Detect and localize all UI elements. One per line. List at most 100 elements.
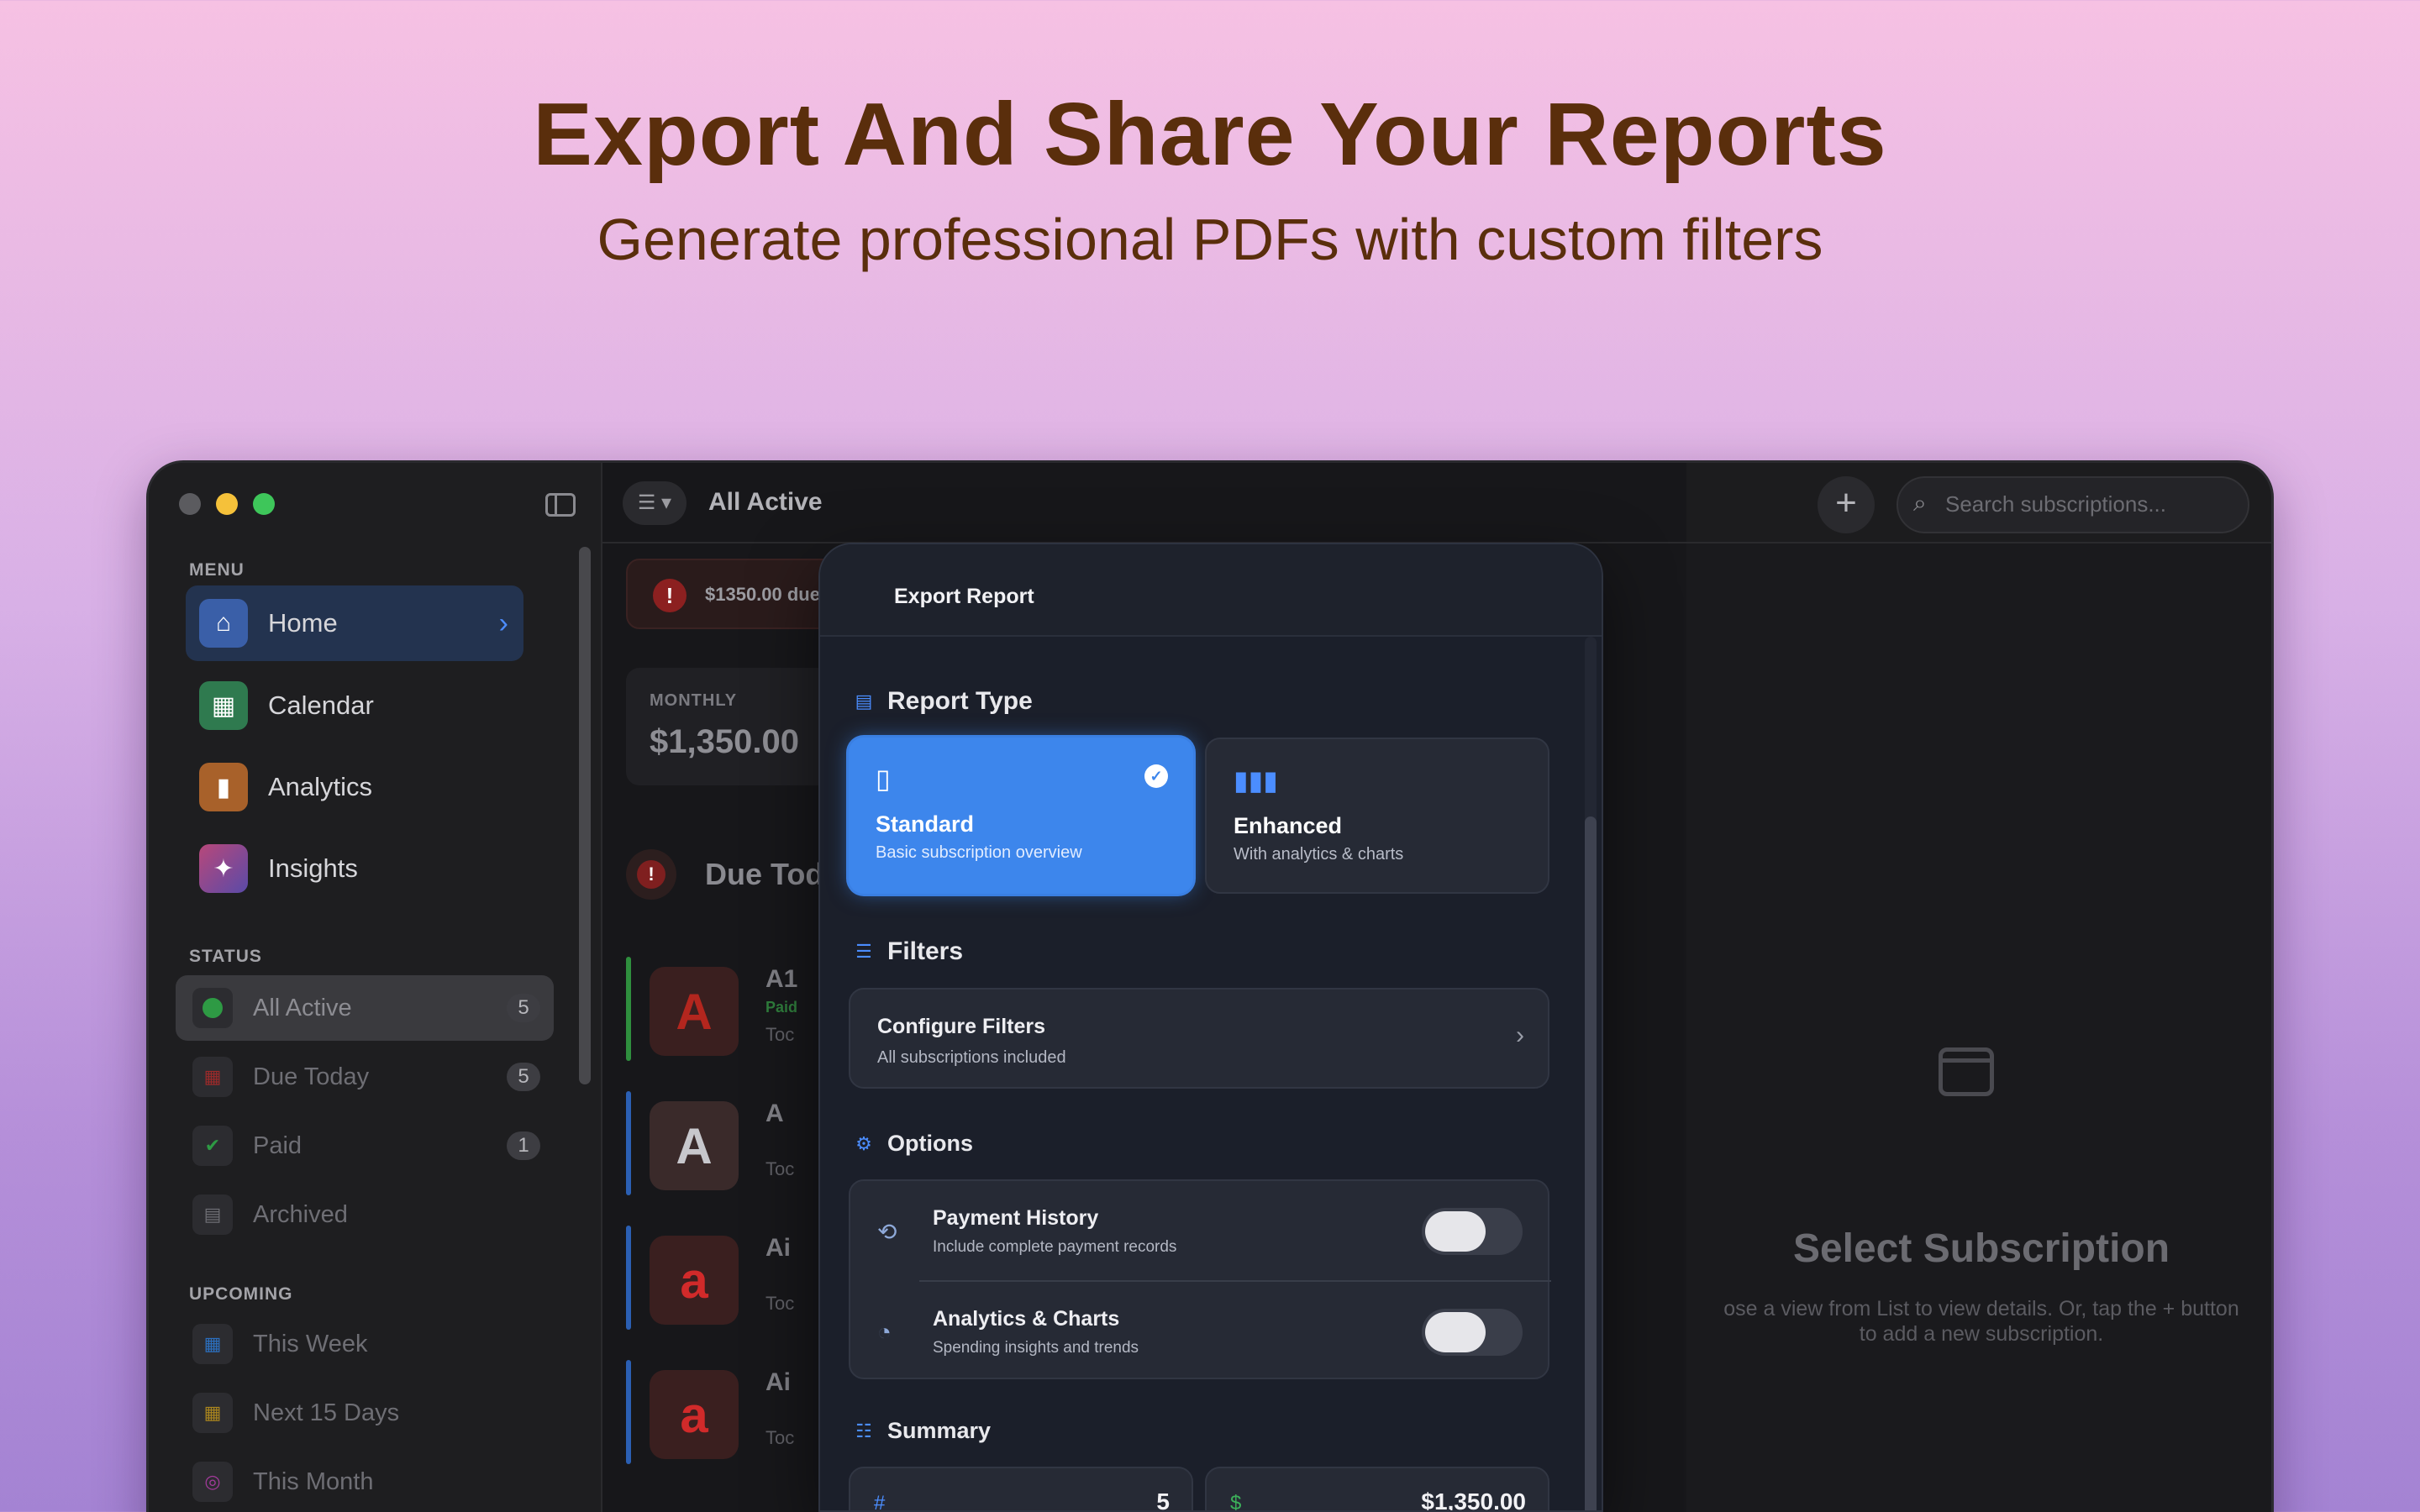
minimize-window-button[interactable] [216, 493, 238, 515]
status-section-label: STATUS [189, 947, 262, 966]
sidebar-item-label: Archived [253, 1200, 348, 1228]
sidebar-scrollbar[interactable] [579, 547, 591, 1084]
sidebar-item-calendar[interactable]: ▦ Calendar [186, 668, 523, 743]
detail-pane: Select Subscription ose a view from List… [1686, 543, 2271, 1512]
window-controls [179, 493, 275, 515]
report-type-desc: Basic subscription overview [876, 843, 1082, 862]
due-today-header: ! Due Toda [626, 849, 840, 900]
sidebar: MENU ⌂ Home › ▦ Calendar ▮ Analytics ✦ I… [149, 463, 602, 1512]
sheet-title: Export Report [894, 585, 1034, 608]
list-item[interactable]: a Ai Toc [626, 1360, 844, 1469]
upcoming-section-label: UPCOMING [189, 1284, 293, 1304]
sliders-icon: ☰ [855, 941, 872, 962]
sidebar-item-analytics[interactable]: ▮ Analytics [186, 749, 523, 825]
document-icon: ▯ [876, 764, 891, 794]
bar-chart-icon: ▮ [199, 763, 248, 811]
sidebar-item-label: Analytics [268, 772, 373, 801]
subscription-name: Ai [765, 1234, 791, 1262]
calendar-clock-icon: ▦ [192, 1393, 233, 1433]
status-bar [626, 1091, 631, 1195]
search-box[interactable]: ⌕ [1897, 476, 2249, 533]
home-icon: ⌂ [199, 599, 248, 648]
calendar-icon: ▦ [199, 681, 248, 730]
active-dot-icon [192, 988, 233, 1028]
empty-state-description: ose a view from List to view details. Or… [1723, 1297, 2239, 1346]
list-item[interactable]: a Ai Toc [626, 1226, 844, 1335]
payment-history-toggle[interactable] [1422, 1208, 1523, 1255]
sidebar-item-this-week[interactable]: ▦ This Week [176, 1311, 554, 1377]
document-icon: ▤ [855, 690, 873, 711]
sidebar-item-label: Home [268, 608, 338, 638]
menu-section-label: MENU [189, 560, 245, 580]
sidebar-item-label: Next 15 Days [253, 1399, 400, 1426]
sidebar-item-label: This Week [253, 1330, 368, 1357]
report-type-standard[interactable]: ▯ ✓ Standard Basic subscription overview [849, 738, 1193, 894]
section-label: Filters [887, 937, 964, 965]
sidebar-item-home[interactable]: ⌂ Home › [186, 585, 523, 661]
checkmark-icon: ✓ [1144, 764, 1168, 788]
sidebar-item-label: Paid [253, 1131, 302, 1159]
calendar-month-icon: ◎ [192, 1462, 233, 1502]
count-badge: 1 [507, 1131, 540, 1160]
subscription-date: Toc [765, 1024, 795, 1045]
service-logo: a [650, 1370, 739, 1459]
alert-icon: ! [626, 849, 676, 900]
dollar-icon: $ [1230, 1492, 1242, 1512]
sidebar-item-this-month[interactable]: ◎ This Month [176, 1449, 554, 1512]
pie-chart-icon: ◔ [877, 1319, 892, 1345]
count-badge: 5 [507, 1063, 540, 1091]
service-logo: A [650, 967, 739, 1056]
calendar-icon [1939, 1047, 1994, 1096]
sidebar-toggle-icon[interactable] [545, 493, 576, 517]
export-report-sheet: Export Report ▤ Report Type ▯ ✓ Standard… [818, 543, 1603, 1512]
configure-filters-button[interactable]: Configure Filters All subscriptions incl… [849, 988, 1549, 1089]
sidebar-item-due-today[interactable]: ▦ Due Today 5 [176, 1044, 554, 1110]
list-item[interactable]: A A1 Paid Toc [626, 957, 844, 1066]
service-logo: A [650, 1101, 739, 1190]
status-bar [626, 957, 631, 1061]
report-type-enhanced[interactable]: ▮▮▮ Enhanced With analytics & charts [1205, 738, 1549, 894]
filter-menu-button[interactable]: ☰ ▾ [623, 481, 687, 525]
hero-title: Export And Share Your Reports [533, 85, 1887, 184]
list-item[interactable]: A A Toc [626, 1091, 844, 1200]
search-input[interactable] [1945, 491, 2231, 517]
sidebar-item-insights[interactable]: ✦ Insights [186, 831, 523, 906]
summary-count: 5 [1156, 1488, 1170, 1512]
chevron-right-icon: › [1516, 1021, 1524, 1049]
service-logo: a [650, 1236, 739, 1325]
sidebar-item-archived[interactable]: ▤ Archived [176, 1182, 554, 1247]
summary-header: ☷ Summary [854, 1418, 991, 1444]
alert-text: $1350.00 due [705, 584, 820, 605]
status-bar [626, 1360, 631, 1464]
section-label: Options [887, 1131, 973, 1156]
toolbar: ☰ ▾ All Active + ⌕ [602, 463, 2271, 543]
sidebar-item-next-15-days[interactable]: ▦ Next 15 Days [176, 1380, 554, 1446]
sheet-scrollbar[interactable] [1585, 816, 1597, 1510]
option-analytics-charts: ◔ Analytics & Charts Spending insights a… [850, 1282, 1548, 1381]
analytics-charts-toggle[interactable] [1422, 1309, 1523, 1356]
zoom-window-button[interactable] [253, 493, 275, 515]
summary-total-card: $ $1,350.00 [1205, 1467, 1549, 1512]
bar-chart-icon: ▮▮▮ [1234, 765, 1278, 795]
add-subscription-button[interactable]: + [1818, 476, 1875, 533]
subscription-date: Toc [765, 1158, 795, 1179]
report-type-header: ▤ Report Type [854, 687, 1033, 716]
filters-header: ☰ Filters [854, 937, 963, 966]
summary-count-card: # 5 [849, 1467, 1193, 1512]
empty-state-title: Select Subscription [1792, 1226, 2170, 1271]
search-icon: ⌕ [1913, 490, 1927, 516]
hash-icon: # [874, 1492, 886, 1512]
sidebar-item-paid[interactable]: ✔ Paid 1 [176, 1113, 554, 1179]
option-title: Analytics & Charts [933, 1307, 1120, 1331]
sidebar-item-all-active[interactable]: All Active 5 [176, 975, 554, 1041]
subscription-name: A [765, 1100, 784, 1127]
close-window-button[interactable] [179, 493, 201, 515]
subscription-name: A1 [765, 965, 798, 993]
count-badge: 5 [507, 994, 540, 1022]
list-icon: ☷ [855, 1420, 872, 1441]
subscription-date: Toc [765, 1427, 795, 1448]
chevron-right-icon: › [498, 607, 508, 639]
report-type-desc: With analytics & charts [1234, 845, 1404, 864]
calendar-alert-icon: ▦ [192, 1057, 233, 1097]
history-clock-icon: ⟲ [877, 1219, 897, 1245]
